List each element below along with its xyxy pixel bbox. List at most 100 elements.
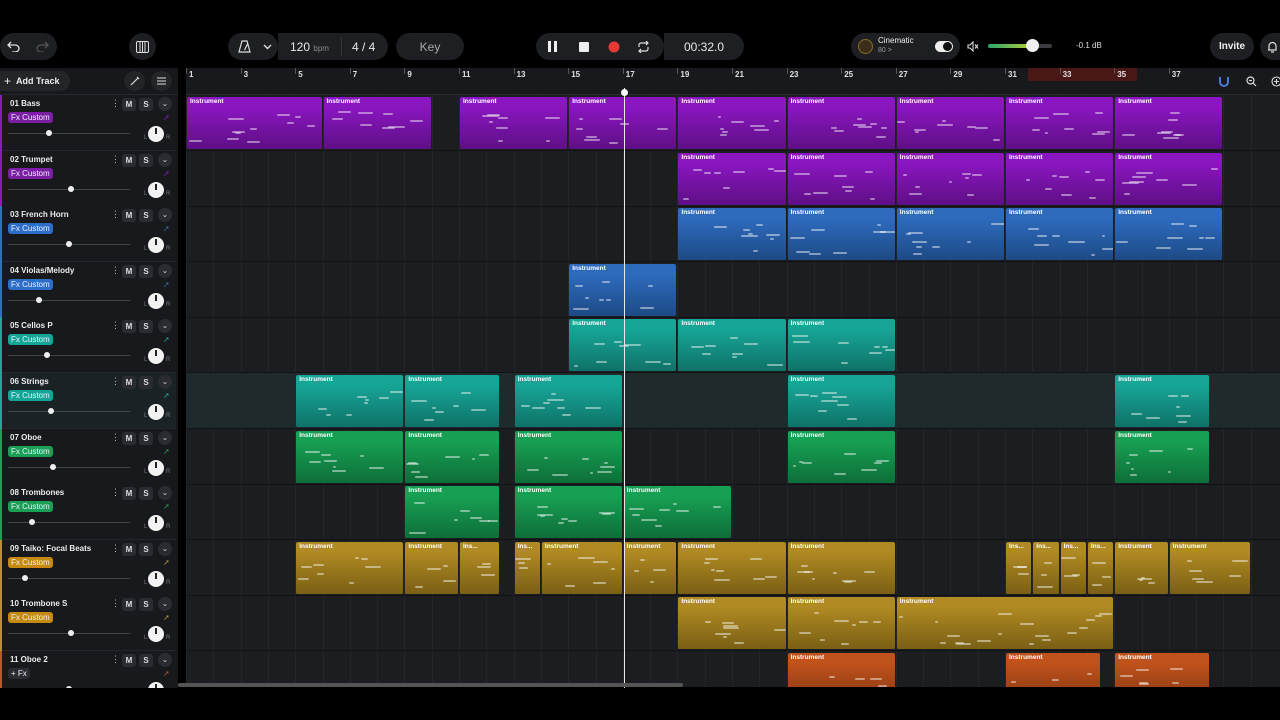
track-lane[interactable]: Instrument Instrument Instrument (186, 651, 1280, 687)
midi-clip[interactable]: Ins... (1006, 541, 1032, 594)
track-name[interactable]: 07 Oboe (10, 433, 42, 442)
track-lane[interactable]: Instrument Instrument Instrument (186, 317, 1280, 374)
midi-clip[interactable]: Instrument (1006, 653, 1100, 687)
chevron-down-icon[interactable]: ⌄ (158, 375, 172, 389)
midi-clip[interactable]: Instrument (405, 541, 458, 594)
track-menu-icon[interactable]: ⋮ (111, 376, 120, 387)
midi-clip[interactable]: Instrument (405, 430, 499, 483)
mute-button[interactable]: M (122, 654, 136, 667)
notifications-button[interactable] (1260, 33, 1280, 60)
arrangement-grid[interactable]: Instrument Instrument Instrument Instrument… (186, 95, 1280, 687)
midi-clip[interactable]: Instrument (569, 263, 677, 316)
solo-button[interactable]: S (139, 153, 153, 167)
volume-slider[interactable] (8, 408, 130, 414)
track-name[interactable]: 02 Trumpet (10, 155, 53, 164)
volume-slider[interactable] (8, 630, 130, 637)
mute-button[interactable]: M (122, 376, 136, 389)
pan-knob[interactable] (148, 348, 164, 365)
midi-clip[interactable]: Instrument (187, 97, 322, 149)
magnet-icon[interactable] (1214, 72, 1234, 90)
track-lane[interactable]: Instrument (186, 262, 1280, 318)
midi-clip[interactable]: Instrument (1006, 208, 1114, 261)
volume-thumb[interactable] (35, 296, 42, 303)
mute-button[interactable]: M (122, 209, 136, 223)
chevron-down-icon[interactable]: ⌄ (158, 263, 172, 278)
track-header[interactable]: 03 French Horn Fx Custom ⋮ M S ⌄ ➚ L R (0, 206, 176, 263)
midi-clip[interactable]: Instrument (1115, 541, 1168, 594)
fx-badge[interactable]: Fx Custom (8, 445, 53, 457)
zoom-icon[interactable] (1241, 72, 1261, 90)
fx-badge[interactable]: Fx Custom (8, 112, 53, 123)
midi-clip[interactable]: Instrument (787, 152, 895, 205)
track-menu-icon[interactable]: ⋮ (111, 209, 120, 220)
chevron-down-icon[interactable]: ⌄ (158, 97, 172, 111)
solo-button[interactable]: S (139, 320, 153, 334)
solo-button[interactable]: S (139, 542, 153, 556)
fx-badge[interactable]: Fx Custom (8, 556, 53, 568)
automation-icon[interactable]: ➚ (163, 558, 170, 567)
volume-slider[interactable] (8, 574, 130, 581)
time-signature[interactable]: 4 / 4 (352, 40, 375, 54)
midi-clip[interactable]: Instrument (787, 208, 895, 261)
fx-badge[interactable]: Fx Custom (8, 612, 53, 624)
midi-clip[interactable]: Instrument (787, 97, 895, 149)
stop-icon[interactable] (575, 38, 592, 55)
volume-thumb[interactable] (68, 185, 75, 192)
midi-clip[interactable]: Instrument (787, 375, 895, 427)
chevron-down-icon[interactable] (261, 39, 273, 54)
add-track-button[interactable]: + Add Track (0, 71, 70, 91)
solo-button[interactable]: S (139, 376, 153, 389)
midi-clip[interactable]: Instrument (460, 97, 568, 149)
midi-clip[interactable]: Instrument (514, 375, 622, 427)
track-settings-button[interactable] (151, 71, 172, 91)
fx-badge[interactable]: Fx Custom (8, 390, 53, 401)
automation-icon[interactable]: ➚ (163, 447, 170, 456)
chevron-down-icon[interactable]: ⌄ (158, 597, 172, 612)
midi-clip[interactable]: Instrument (896, 97, 1004, 149)
track-menu-icon[interactable]: ⋮ (111, 598, 120, 609)
midi-clip[interactable]: Instrument (405, 486, 499, 539)
volume-thumb[interactable] (46, 130, 53, 136)
invite-button[interactable]: Invite (1210, 33, 1254, 60)
volume-thumb[interactable] (22, 574, 29, 581)
midi-clip[interactable]: Instrument (678, 152, 786, 205)
midi-clip[interactable]: Ins... (460, 541, 499, 594)
timeline-ruler[interactable]: 1 3 5 7 9 11 13 15 17 19 21 23 25 27 29 31 33 35 37 (186, 68, 1280, 95)
pan-knob[interactable] (148, 570, 164, 587)
volume-slider[interactable] (8, 296, 130, 303)
track-name[interactable]: 04 Violas/Melody (10, 266, 74, 275)
chevron-down-icon[interactable]: ⌄ (158, 319, 172, 334)
volume-slider[interactable] (8, 519, 130, 526)
solo-button[interactable]: S (139, 431, 153, 445)
solo-button[interactable]: S (139, 654, 153, 667)
volume-slider[interactable] (8, 463, 130, 470)
track-name[interactable]: 06 Strings (10, 377, 49, 386)
midi-clip[interactable]: Instrument (514, 486, 622, 539)
midi-clip[interactable]: Instrument (678, 208, 786, 261)
volume-slider[interactable] (8, 185, 130, 192)
metronome-button[interactable] (228, 33, 278, 60)
volume-thumb[interactable] (66, 241, 72, 248)
automation-icon[interactable]: ➚ (163, 335, 170, 344)
track-lane[interactable]: Instrument Instrument Instrument (186, 595, 1280, 652)
automation-icon[interactable]: ➚ (163, 613, 170, 622)
midi-clip[interactable]: Instrument (541, 541, 622, 594)
master-volume-thumb[interactable] (1025, 39, 1039, 52)
midi-clip[interactable]: Instrument (787, 541, 895, 594)
solo-button[interactable]: S (139, 264, 153, 278)
midi-clip[interactable]: Instrument (1115, 152, 1223, 205)
track-header[interactable]: 08 Trombones Fx Custom ⋮ M S ⌄ ➚ L R (0, 484, 176, 541)
track-menu-icon[interactable]: ⋮ (111, 432, 120, 443)
midi-clip[interactable]: Instrument (896, 597, 1114, 650)
fx-badge[interactable]: Fx Custom (8, 278, 53, 290)
track-lane[interactable]: Instrument Instrument Instrument Instrument… (186, 206, 1280, 263)
track-menu-icon[interactable]: ⋮ (111, 543, 120, 554)
midi-clip[interactable]: Ins... (1060, 541, 1086, 594)
fx-badge[interactable]: Fx Custom (8, 334, 53, 346)
track-name[interactable]: 11 Oboe 2 (10, 655, 48, 664)
track-header[interactable]: 06 Strings Fx Custom ⋮ M S ⌄ ➚ L R (0, 373, 176, 429)
track-header[interactable]: 09 Taiko: Focal Beats Fx Custom ⋮ M S ⌄ … (0, 539, 176, 596)
midi-clip[interactable]: Ins... (514, 541, 540, 594)
midi-clip[interactable]: Instrument (1115, 97, 1223, 149)
bpm-field[interactable]: 120 bpm (290, 40, 329, 54)
